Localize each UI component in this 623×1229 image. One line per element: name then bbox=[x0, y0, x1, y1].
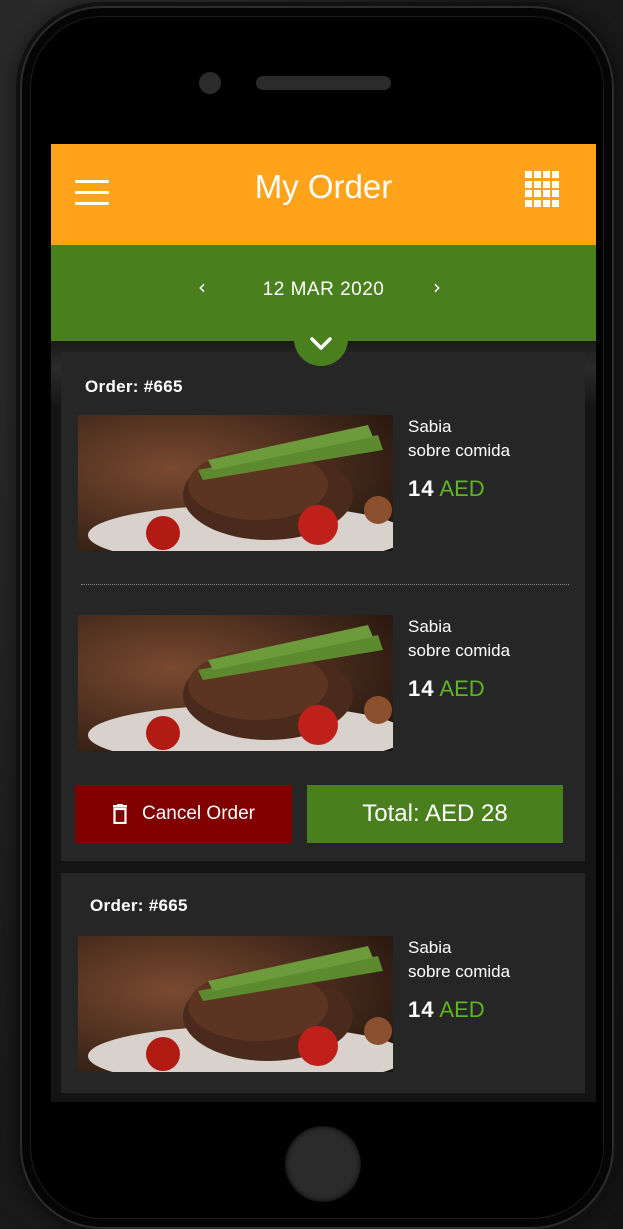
chevron-down-icon bbox=[310, 337, 332, 350]
page-title: My Order bbox=[254, 168, 393, 205]
app-screen: My Order ‹ 12 MAR 2020 › Order: #665 Sab… bbox=[51, 144, 596, 1102]
front-camera bbox=[199, 72, 221, 94]
order-item[interactable]: Sabia sobre comida 14 AED bbox=[78, 415, 578, 551]
food-image bbox=[78, 936, 393, 1072]
cancel-order-label: Cancel Order bbox=[142, 803, 255, 824]
order-card: Order: #665 Sabia sobre comida 14 AED Sa… bbox=[61, 352, 585, 861]
item-divider bbox=[81, 584, 569, 585]
item-name: Sabia sobre comida bbox=[408, 617, 511, 660]
order-item[interactable]: Sabia sobre comida 14 AED bbox=[78, 615, 578, 751]
order-number: Order: #665 bbox=[90, 896, 188, 915]
grid-apps-icon[interactable] bbox=[525, 171, 561, 207]
trash-icon bbox=[113, 804, 127, 824]
item-name: Sabia sobre comida bbox=[408, 938, 511, 981]
food-image bbox=[78, 415, 393, 551]
food-image bbox=[78, 615, 393, 751]
home-button[interactable] bbox=[285, 1126, 361, 1202]
earpiece-speaker bbox=[256, 76, 391, 90]
next-date-button[interactable]: › bbox=[433, 275, 441, 299]
item-name: Sabia sobre comida bbox=[408, 417, 511, 460]
current-date: 12 MAR 2020 bbox=[262, 279, 385, 300]
item-price: 14 AED bbox=[408, 676, 485, 701]
order-item[interactable]: Sabia sobre comida 14 AED bbox=[78, 936, 578, 1072]
item-price: 14 AED bbox=[408, 997, 485, 1022]
cancel-order-button[interactable]: Cancel Order bbox=[75, 785, 292, 843]
item-price: 14 AED bbox=[408, 476, 485, 501]
total-button[interactable]: Total: AED 28 bbox=[307, 785, 563, 843]
order-number: Order: #665 bbox=[85, 377, 183, 396]
app-header: My Order bbox=[51, 144, 596, 245]
order-card: Order: #665 Sabia sobre comida 14 AED bbox=[61, 873, 585, 1093]
